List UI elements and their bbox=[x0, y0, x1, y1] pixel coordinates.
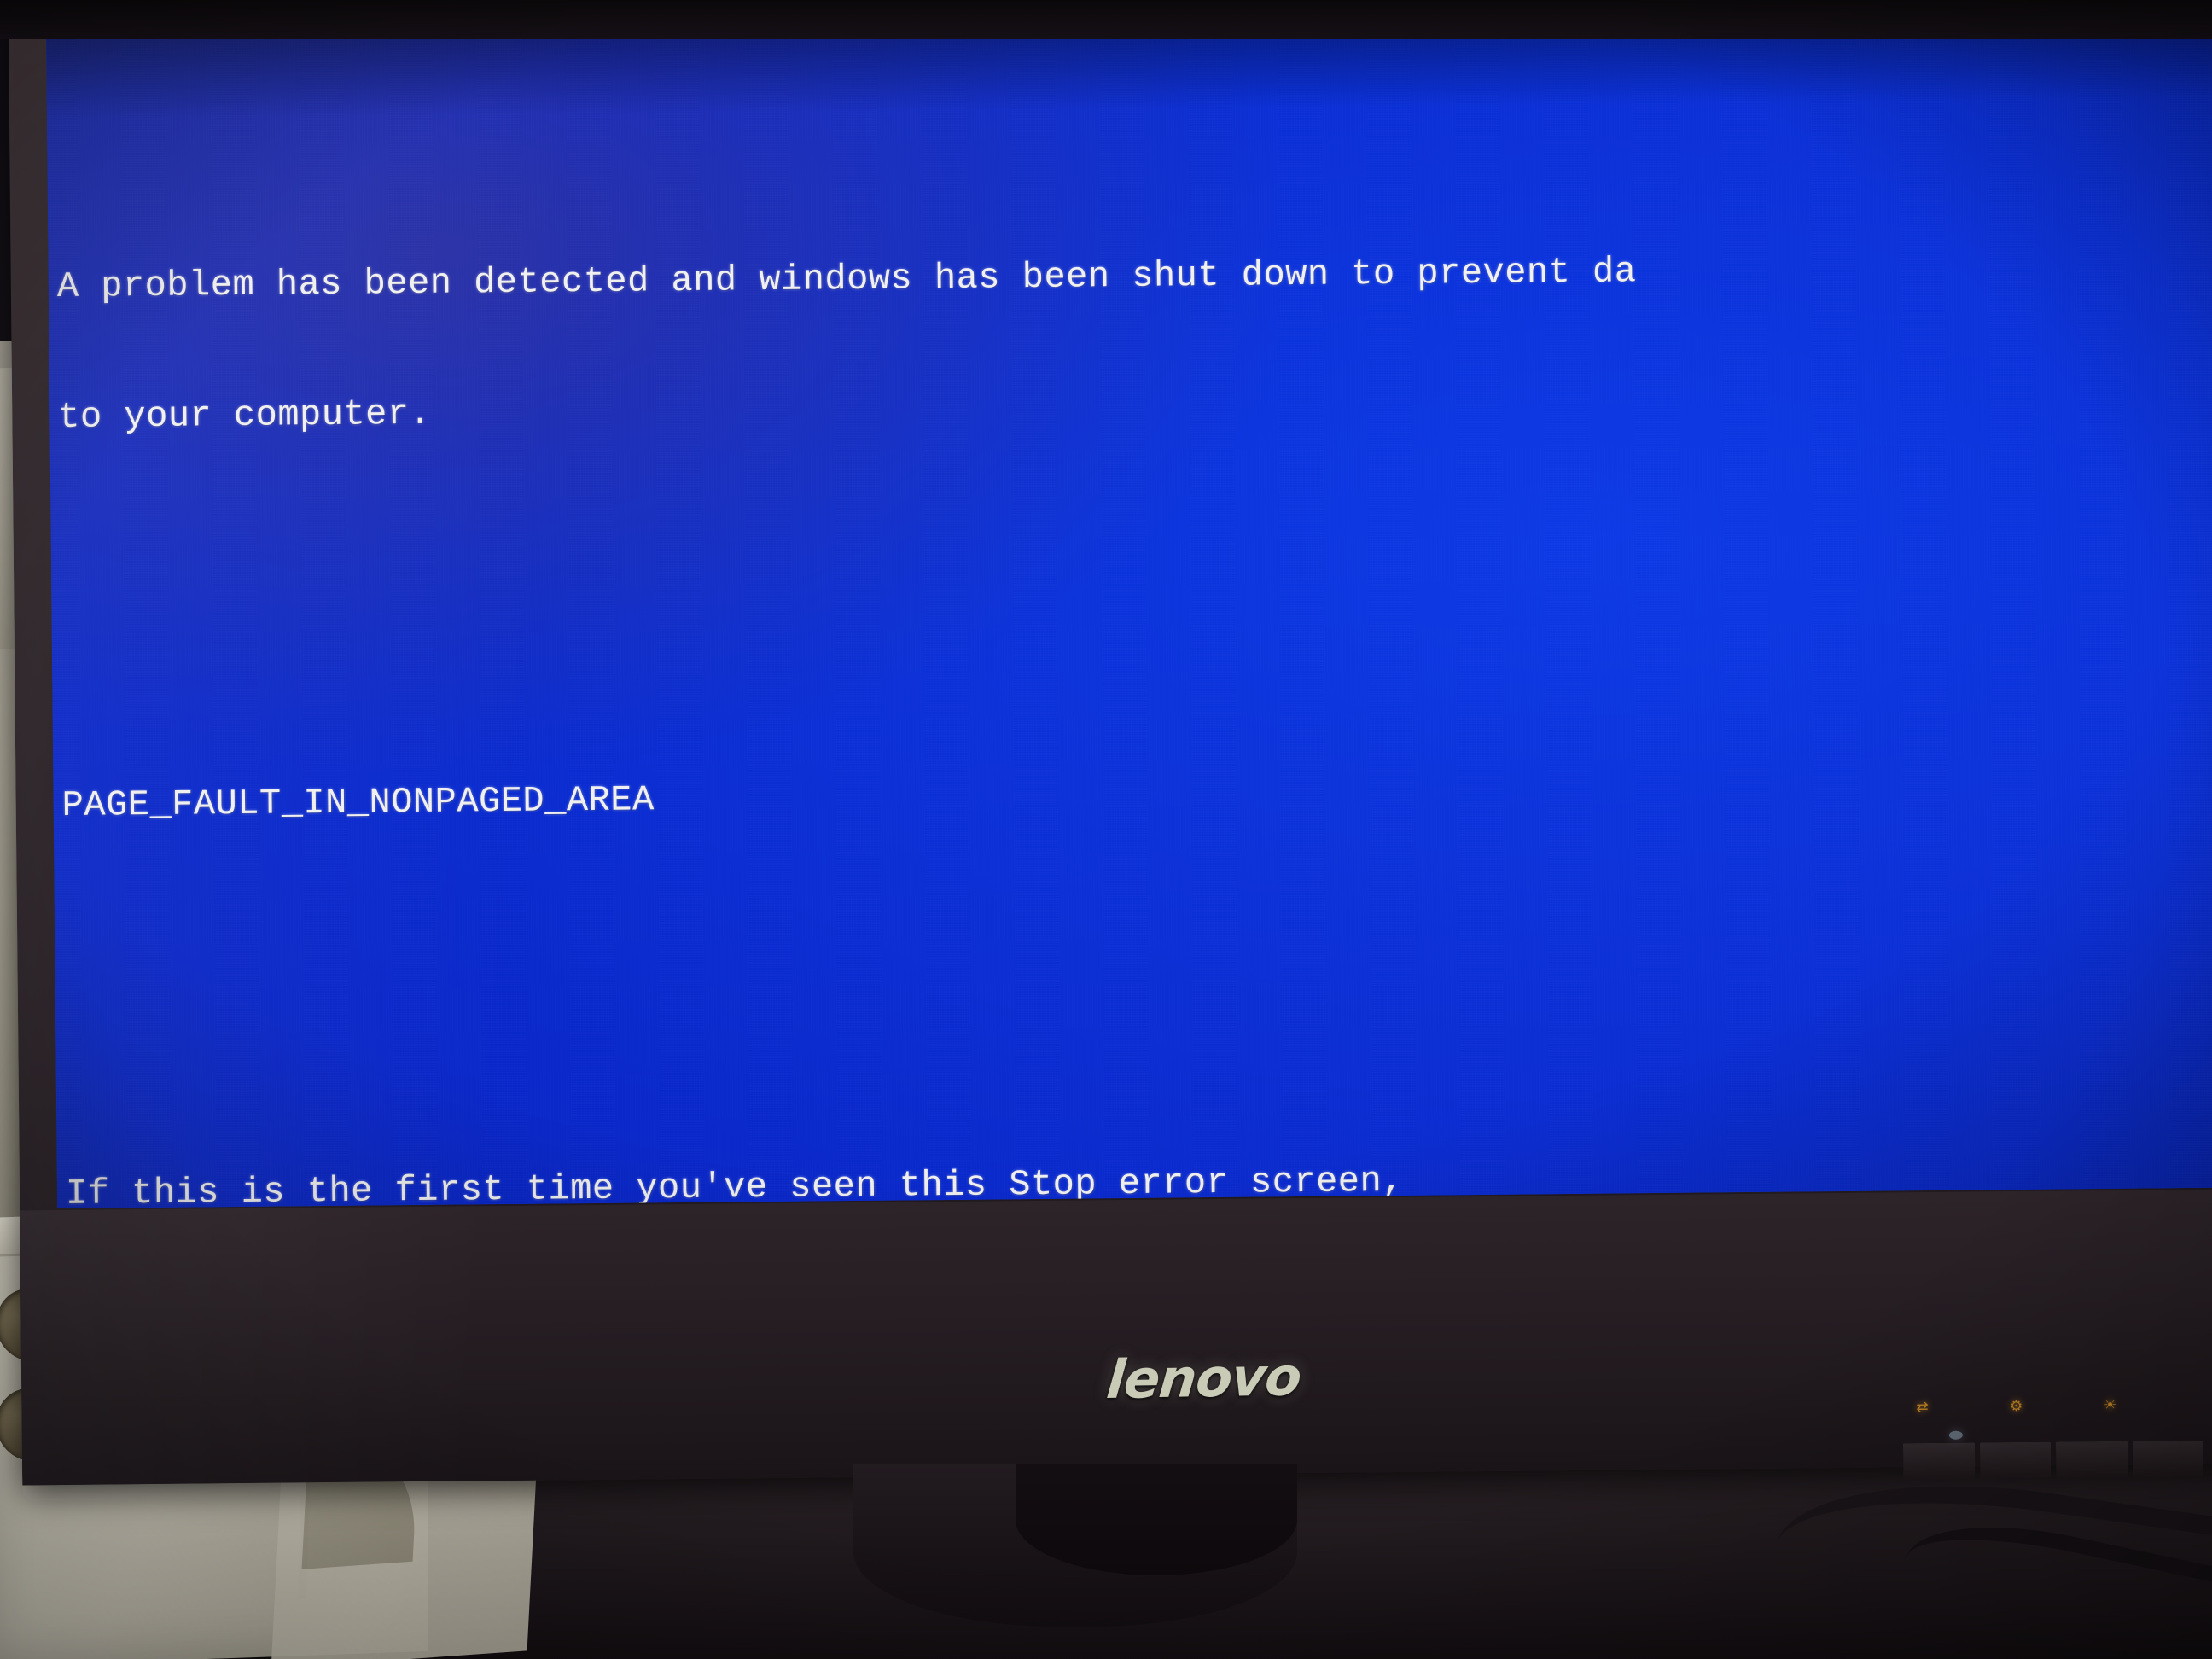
osd-icon-row: ⇄ ⚙ ☀ bbox=[1907, 1388, 2197, 1424]
bsod-paragraph-intro: A problem has been detected and windows … bbox=[56, 156, 2212, 527]
bsod-paragraph-stopcode: PAGE_FAULT_IN_NONPAGED_AREA bbox=[61, 675, 2212, 915]
lenovo-monitor: A problem has been detected and windows … bbox=[8, 0, 2212, 1501]
osd-button-4[interactable] bbox=[2132, 1440, 2204, 1477]
input-source-icon: ⇄ bbox=[1916, 1398, 1929, 1417]
bsod-paragraph-first-time: If this is the first time you've seen th… bbox=[65, 1063, 2212, 1208]
bsod-line: A problem has been detected and windows … bbox=[56, 251, 1637, 307]
osd-button-row[interactable] bbox=[1902, 1440, 2204, 1480]
bsod-text-block: A problem has been detected and windows … bbox=[55, 26, 2212, 1208]
monitor-bottom-bezel bbox=[20, 1189, 2212, 1486]
osd-button-2[interactable] bbox=[1979, 1441, 2052, 1479]
osd-button-3[interactable] bbox=[2055, 1441, 2128, 1478]
brightness-icon: ☀ bbox=[2103, 1396, 2117, 1415]
photo-top-edge bbox=[0, 0, 2212, 39]
monitor-stand-notch bbox=[1016, 1464, 1297, 1575]
bsod-error-name: PAGE_FAULT_IN_NONPAGED_AREA bbox=[61, 779, 655, 826]
osd-button-1[interactable] bbox=[1902, 1442, 1975, 1480]
monitor-screen[interactable]: A problem has been detected and windows … bbox=[45, 0, 2212, 1209]
lenovo-logo: lenovo bbox=[1103, 1345, 1304, 1412]
bsod-line: to your computer. bbox=[58, 393, 432, 438]
settings-icon: ⚙ bbox=[2009, 1397, 2023, 1416]
photo-scene: A problem has been detected and windows … bbox=[0, 0, 2212, 1659]
